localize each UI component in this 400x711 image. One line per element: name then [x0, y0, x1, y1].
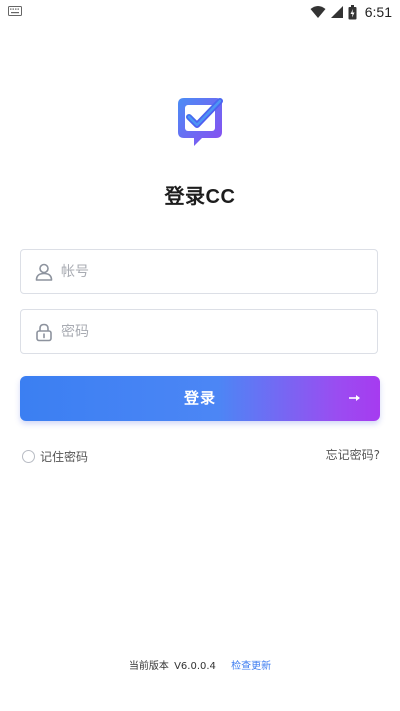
- version-value: V6.0.0.4: [174, 661, 216, 672]
- account-field[interactable]: [20, 249, 378, 294]
- login-button-label: 登录: [183, 389, 216, 407]
- status-bar: 6:51: [0, 0, 400, 24]
- arrow-right-icon: [349, 395, 360, 401]
- battery-icon: [348, 4, 357, 19]
- password-input[interactable]: [61, 310, 361, 353]
- status-icons: 6:51: [310, 2, 392, 22]
- forgot-password-link[interactable]: 忘记密码?: [326, 446, 380, 463]
- check-update-link[interactable]: 检查更新: [231, 661, 271, 672]
- status-time: 6:51: [364, 4, 392, 20]
- chat-check-icon: [178, 98, 223, 146]
- account-input[interactable]: [61, 250, 361, 293]
- login-button[interactable]: 登录: [20, 376, 380, 421]
- radio-circle-icon[interactable]: [22, 449, 35, 463]
- version-label: 当前版本: [128, 661, 169, 672]
- lock-icon: [36, 323, 52, 342]
- password-field[interactable]: [20, 309, 378, 354]
- wifi-icon: [310, 6, 326, 18]
- version-footer: 当前版本 V6.0.0.4 检查更新: [0, 657, 400, 672]
- signal-icon: [330, 6, 343, 18]
- user-icon: [35, 263, 53, 281]
- remember-password-checkbox[interactable]: 记住密码: [22, 447, 88, 465]
- keyboard-icon: [8, 6, 22, 16]
- page-title: 登录CC: [164, 186, 236, 208]
- remember-password-label: 记住密码: [40, 449, 89, 464]
